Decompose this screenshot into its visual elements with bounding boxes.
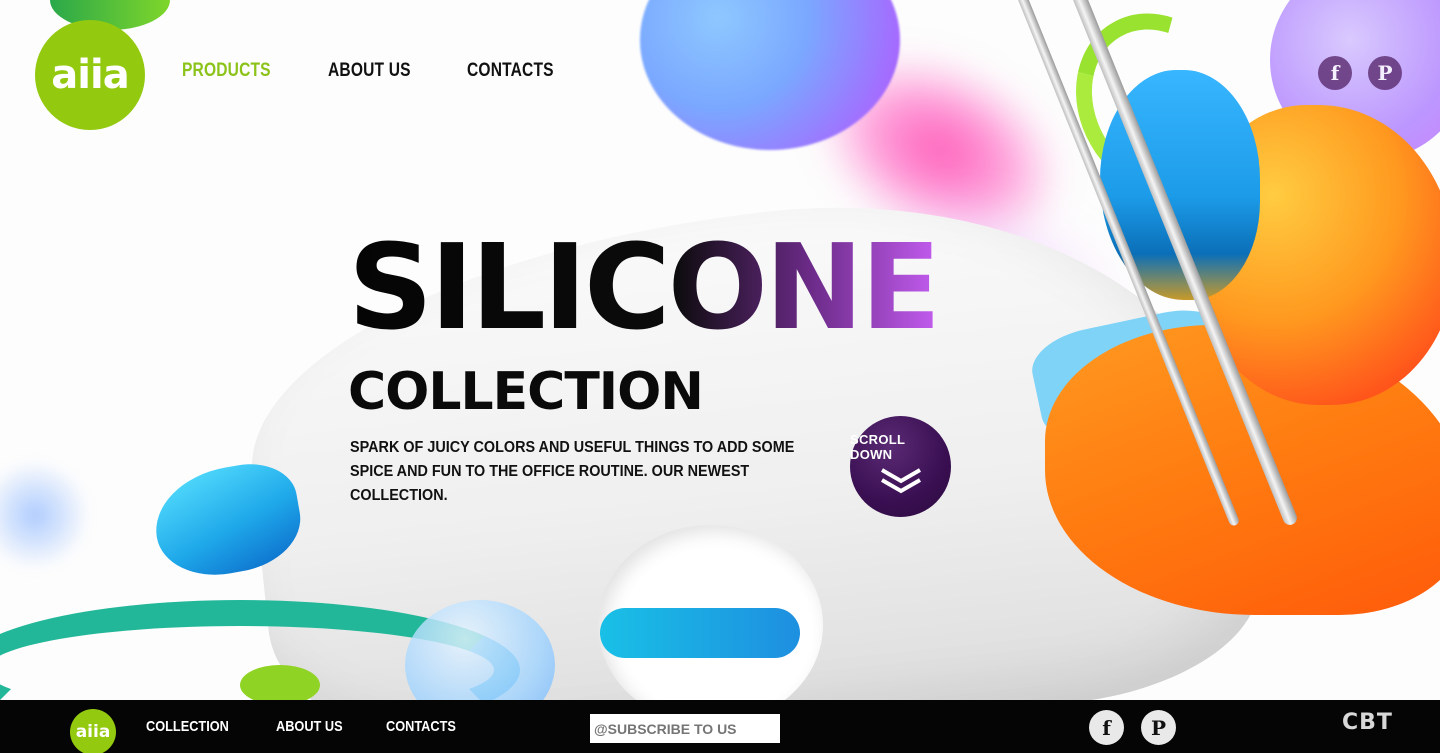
hero-subtitle: COLLECTION <box>348 362 704 422</box>
decor-blue-ring <box>600 608 800 658</box>
decor-blue-purple-blob <box>640 0 900 150</box>
decor-faded-dots <box>0 460 90 570</box>
facebook-icon[interactable]: f <box>1089 710 1124 745</box>
decor-cyan-blob <box>146 456 309 585</box>
footer-logo[interactable]: aiia <box>70 709 116 753</box>
decor-blue-blob <box>1100 70 1260 300</box>
decor-orange-blob <box>1195 105 1440 405</box>
credit-logo[interactable]: CBT <box>1342 710 1393 735</box>
nav-item-about-us[interactable]: ABOUT US <box>328 60 411 82</box>
hero-title: SILICONE <box>348 218 941 356</box>
decor-pale-blue-blob <box>405 600 555 700</box>
main-nav: PRODUCTS ABOUT US CONTACTS <box>182 60 573 82</box>
pinterest-icon[interactable]: P <box>1368 56 1402 90</box>
footer-nav-about-us[interactable]: ABOUT US <box>276 718 343 735</box>
decor-orange-shape <box>1045 325 1440 615</box>
decor-white-hole <box>598 525 823 700</box>
pinterest-icon[interactable]: P <box>1141 710 1176 745</box>
decor-teal-ring <box>0 600 520 700</box>
footer-nav-collection[interactable]: COLLECTION <box>146 718 229 735</box>
social-links: f P <box>1318 56 1402 90</box>
hero-description: SPARK OF JUICY COLORS AND USEFUL THINGS … <box>350 439 795 504</box>
decor-steel-rod <box>1010 0 1241 528</box>
decor-green-small <box>240 665 320 700</box>
subscribe-input[interactable] <box>590 714 780 743</box>
footer-nav: COLLECTION ABOUT US CONTACTS <box>146 718 468 735</box>
decor-green-squiggle <box>1043 0 1277 228</box>
scroll-down-label: SCROLL DOWN <box>850 431 906 462</box>
footer-social-links: f P <box>1089 710 1176 745</box>
footer-nav-contacts[interactable]: CONTACTS <box>386 718 456 735</box>
logo[interactable]: aiia <box>35 20 145 130</box>
hero-section: aiia PRODUCTS ABOUT US CONTACTS f P SILI… <box>0 0 1440 700</box>
chevron-double-down-icon <box>880 467 921 493</box>
decor-steel-rod <box>1065 0 1299 528</box>
nav-item-contacts[interactable]: CONTACTS <box>467 60 554 82</box>
facebook-icon[interactable]: f <box>1318 56 1352 90</box>
decor-light-blue-shape <box>1025 300 1245 450</box>
scroll-down-button[interactable]: SCROLL DOWN <box>850 416 951 517</box>
nav-item-products[interactable]: PRODUCTS <box>182 60 271 82</box>
